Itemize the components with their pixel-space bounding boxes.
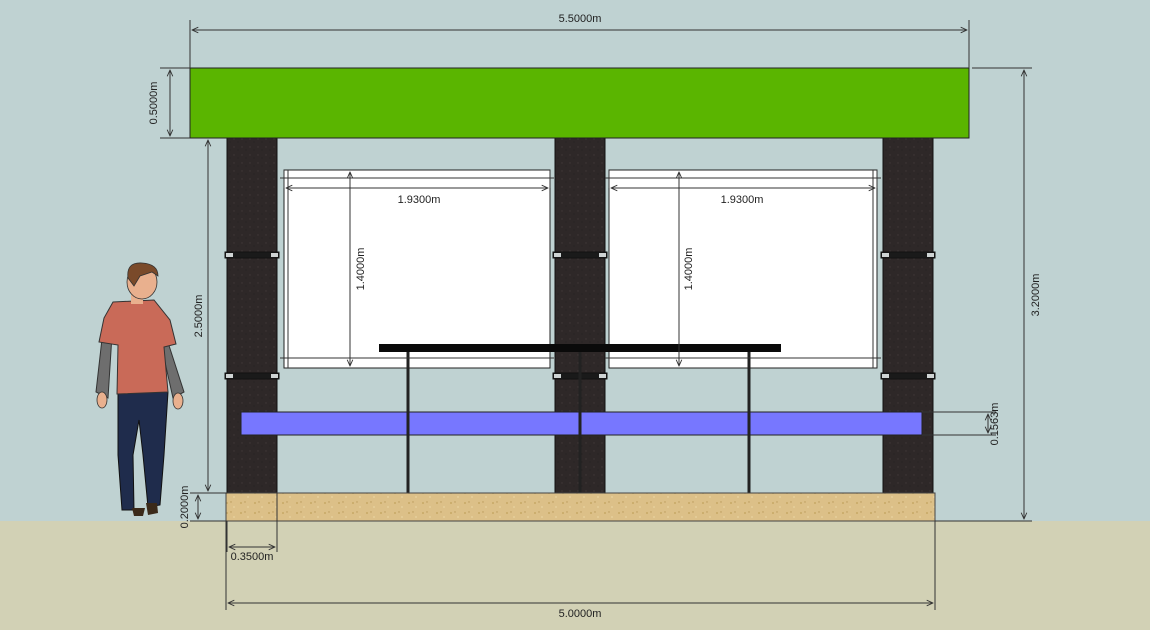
person-figure: [95, 262, 185, 516]
dim-total-height: 3.2000m: [1030, 274, 1042, 317]
dim-base-height: 0.2000m: [179, 486, 191, 529]
dim-panel-left-height: 1.4000m: [355, 248, 367, 291]
dim-roof-width: 5.5000m: [559, 13, 602, 25]
dim-pillar-width: 0.3500m: [231, 551, 274, 563]
pillar-right: [882, 137, 934, 494]
base-slab: [225, 492, 936, 522]
dim-bench-height: 0.1563m: [989, 403, 1001, 446]
dim-roof-height: 0.5000m: [148, 82, 160, 125]
dim-pillar-height: 2.5000m: [193, 295, 205, 338]
roof: [189, 67, 970, 139]
elevation-canvas: 5.5000m 0.5000m 3.2000m 2.5000m 0.2000m …: [0, 13, 1150, 630]
shelter-elevation-drawing: 5.5000m 0.5000m 3.2000m 2.5000m 0.2000m …: [0, 0, 1150, 630]
dim-panel-right-width: 1.9300m: [721, 194, 764, 206]
dim-panel-left-width: 1.9300m: [398, 194, 441, 206]
dim-base-width: 5.0000m: [559, 608, 602, 620]
dim-panel-right-height: 1.4000m: [683, 248, 695, 291]
pillar-left: [226, 137, 278, 494]
